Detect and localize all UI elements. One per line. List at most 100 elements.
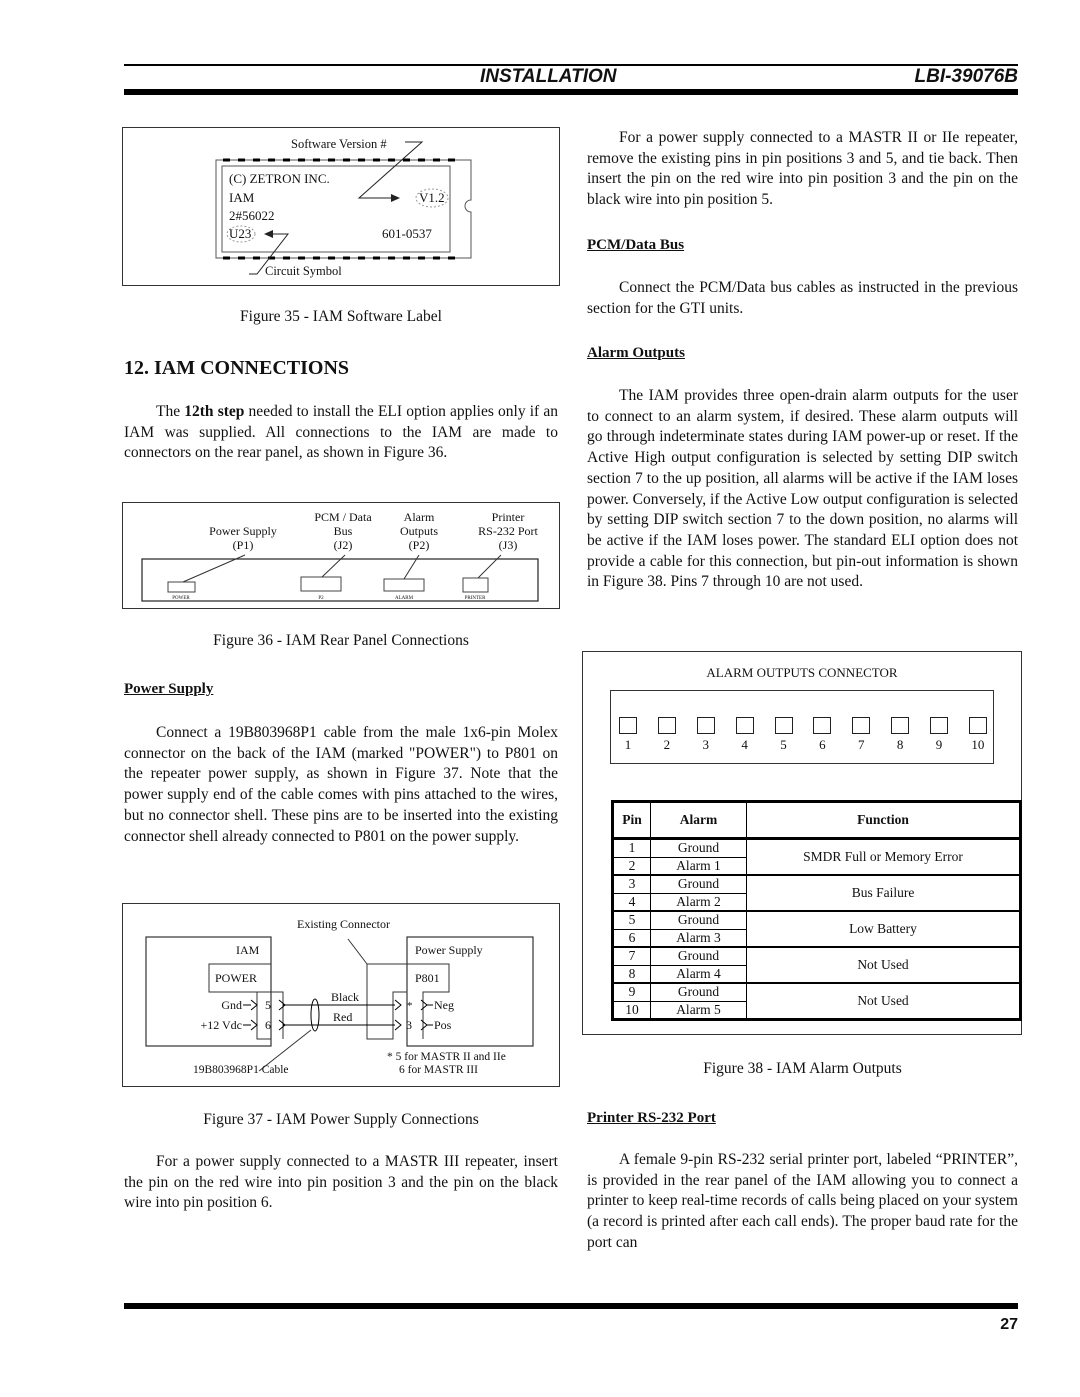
pin-number: 6 [819,737,826,752]
software-version-label: Software Version # [291,137,387,151]
cell-pin: 3 [612,874,651,894]
pin-5-label: 5 [265,998,271,1012]
connector-pcm-title-2: Bus [334,524,353,538]
power-supply-heading-text: Power Supply [124,681,214,697]
connector-alarm-title-2: Outputs [400,524,438,538]
cell-alarm: Alarm 1 [650,856,747,876]
header-rule-bottom [124,89,1018,95]
neg-label: Neg [434,998,454,1012]
alarm-pinout-table: Pin Alarm Function 1 Ground SMDR Full or M… [611,800,1022,1021]
connector-pcm-title-1: PCM / Data [314,510,372,524]
cell-pin: 2 [612,856,651,876]
pin-number: 10 [971,737,985,752]
connector-printer-title-1: Printer [492,510,525,524]
cell-pin: 5 [612,910,651,930]
printer-paragraph: A female 9-pin RS-232 serial printer por… [587,1151,1018,1251]
table-row: 1 Ground SMDR Full or Memory Error [612,838,1021,876]
p801-label: P801 [415,971,440,985]
pin-number: 3 [702,737,710,752]
table-row: 3 Ground Bus Failure [612,874,1021,912]
cell-pin: 8 [612,964,651,984]
pin-square [696,717,715,734]
black-wire-label: Black [331,990,359,1004]
cell-alarm: Ground [650,838,747,858]
panel-label-printer: PRINTER [465,596,487,601]
power-connector-label: POWER [215,971,257,985]
connector-pin: 9 [928,717,950,753]
pin-square [813,717,832,734]
chip-line-2: IAM [229,190,255,205]
alarm-outputs-heading: Alarm Outputs [587,345,1018,362]
connector-pins: 1 2 3 4 5 6 7 8 9 10 [617,717,989,753]
pin-number: 2 [663,737,671,752]
pin-3-label: 3 [406,1018,412,1032]
connector-pin: 6 [811,717,833,753]
software-version-value: V1.2 [419,190,445,205]
table-row: 7 Ground Not Used [612,946,1021,984]
page-number: 27 [1000,1316,1018,1333]
gnd-label: Gnd [221,998,242,1012]
connector-printer-id: (J3) [499,538,518,552]
header-doc-number: LBI-39076B [914,66,1019,87]
pcm-paragraph: Connect the PCM/Data bus cables as instr… [587,279,1018,317]
figure-37-power-connections: Existing Connector IAM POWER Power Suppl… [122,903,560,1087]
col-header-pin: Pin [612,801,651,840]
printer-heading-text: Printer RS-232 Port [587,1110,716,1126]
cell-alarm: Alarm 5 [650,1000,747,1021]
connector-pin: 8 [889,717,911,753]
existing-connector-label: Existing Connector [297,917,390,931]
pin-square [735,717,754,734]
cell-function: Not Used [746,982,1021,1021]
figure-36-diagram: Power Supply (P1) PCM / Data Bus (J2) Al… [141,510,539,602]
power-supply-body: Connect a 19B803968P1 cable from the mal… [124,723,558,847]
figure-35-caption: Figure 35 - IAM Software Label [240,308,442,325]
panel-label-p2: P2 [318,596,324,601]
cell-pin: 10 [612,1000,651,1021]
mastr-note-1: * 5 for MASTR II and IIe [387,1051,506,1063]
figure-38-caption: Figure 38 - IAM Alarm Outputs [703,1060,902,1077]
footer-rule [124,1303,1018,1309]
cable-label: 19B803968P1 Cable [193,1064,289,1076]
table-row: 9 Ground Not Used [612,982,1021,1021]
cell-function: Low Battery [746,910,1021,948]
red-wire-label: Red [333,1010,352,1024]
pin-number: 8 [896,737,904,752]
connector-pin: 4 [734,717,756,753]
mastr3-body: For a power supply connected to a MASTR … [124,1152,558,1214]
pin-number: 5 [780,737,787,752]
star-pin-label: * [407,1000,413,1012]
connector-pin: 7 [850,717,872,753]
cell-alarm: Ground [650,982,747,1002]
pcm-heading-text: PCM/Data Bus [587,237,685,253]
connector-alarm-id: (P2) [409,538,430,552]
cell-pin: 9 [612,982,651,1002]
pin-number: 9 [935,737,943,752]
pin-square [619,717,637,734]
alarm-outputs-paragraph: The IAM provides three open-drain alarm … [587,387,1018,591]
cell-function: Not Used [746,946,1021,984]
cell-function: SMDR Full or Memory Error [746,838,1021,876]
table-header-row: Pin Alarm Function [612,801,1021,840]
connector-power-id: (P1) [233,538,254,552]
printer-heading: Printer RS-232 Port [587,1110,1018,1127]
pcm-body: Connect the PCM/Data bus cables as instr… [587,278,1018,319]
power-supply-paragraph: Connect a 19B803968P1 cable from the mal… [124,724,558,845]
table-row: 5 Ground Low Battery [612,910,1021,948]
power-supply-label: Power Supply [415,943,483,957]
panel-label-alarm: ALARM [395,596,414,601]
pin-number: 7 [858,737,865,752]
pos-label: Pos [434,1018,452,1032]
col-header-function: Function [746,801,1021,840]
cell-pin: 1 [612,838,651,858]
cell-function: Bus Failure [746,874,1021,912]
pin-square [968,717,987,734]
alarm-connector-diagram: 1 2 3 4 5 6 7 8 9 10 [610,690,994,764]
chip-line-4: U23 [229,226,251,241]
alarm-table-body: 1 Ground SMDR Full or Memory Error 2 Alarm 1… [612,838,1021,1021]
col-header-alarm: Alarm [650,801,747,840]
connector-pin: 3 [695,717,717,753]
mastr3-paragraph: For a power supply connected to a MASTR … [124,1153,558,1212]
chip-line-3: 2#56022 [229,208,275,223]
pin-square [930,717,948,734]
cell-alarm: Ground [650,910,747,930]
